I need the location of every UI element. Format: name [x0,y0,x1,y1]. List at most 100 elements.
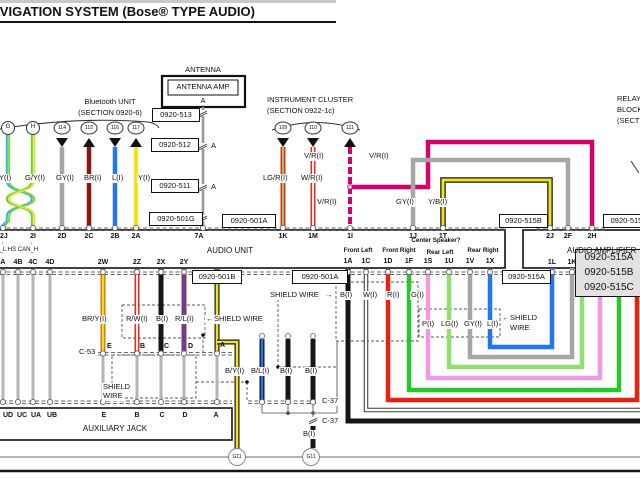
au-pin-2i: 2I [30,233,36,241]
wire-label-spk-lg: LG(I) [440,320,459,329]
shield-label-rear-2: WIRE [509,324,531,333]
au-pin-7a: 7A [195,233,204,241]
antenna-title: ANTENNA [185,65,221,74]
au-pin-1c: 1C [362,258,371,266]
can-bus-label: CAN_L HS CAN_H [0,247,38,254]
au-pin-4c: 4C [29,259,38,267]
au-pin-1a: 1A [344,258,353,266]
amp-pin-1l: 1L [548,259,556,267]
terminal-117: 117 [132,125,140,131]
antenna-feeder-wire [199,107,207,227]
audio-amplifier-name: AUDIO AMPLIFIER [567,246,636,255]
wire-label-spk-b: B(I) [339,291,353,300]
wiring-diagram: NAVIGATION SYSTEM (Bose® TYPE AUDIO) Blu… [0,0,640,480]
connector-0920-513: 0920-513 [152,108,200,122]
amp-pin-1k: 1K [568,259,577,267]
bluetooth-wires [62,147,136,227]
wire-label-spk-p: P(I) [421,320,435,329]
wire-label-spk-w: W(I) [362,291,378,300]
au-pin-2w: 2W [98,259,109,267]
ground-g11-2: G11 [306,454,315,460]
connector-0920-501a-top: 0920-501A [222,214,276,228]
connector-0920-512: 0920-512 [151,138,199,152]
au-pin-2x: 2X [157,259,166,267]
au-pin-2z: 2Z [133,259,141,267]
wire-label-b2: B(I) [279,367,293,376]
jack-pin-a: A [213,412,218,420]
wire-label-b1: B(I) [155,315,169,324]
au-pin-1u: 1U [445,258,454,266]
title-underline [0,21,336,23]
au-pin-1s: 1S [424,258,433,266]
wire-label-y1: Y(I) [0,174,12,183]
au-pin-1i: 1I [347,233,353,241]
terminal-111: 111 [346,125,354,131]
wire-label-bry: BR/Y(I) [81,315,108,324]
auxiliary-jack-name: AUXILIARY JACK [83,424,147,433]
connector-list-item: 0920-515B [576,265,640,280]
relay-brace [631,161,639,173]
ground-stub-wires [259,333,337,448]
diagram-canvas [0,0,640,480]
wire-label-br: BR(I) [83,174,103,183]
ground-g11-1: G11 [232,454,241,460]
amp-pin-2f: 2F [564,233,572,241]
antenna-amp-label: ANTENNA AMP [176,82,229,91]
connector-c53: C-53 [78,348,96,357]
shield-label-front: SHIELD WIRE [269,291,320,300]
connector-0920-511: 0920-511 [151,179,199,193]
connector-list-box: 0920-515A 0920-515B 0920-515C [575,249,640,297]
connector-list-item: 0920-515C [576,280,640,295]
jack-pin-b: B [134,412,139,420]
wire-label-gy2: GY(I) [55,174,75,183]
terminal-116: 116 [111,125,119,131]
c53-pin-b: B [140,343,145,351]
au-pin-4a: 4A [0,259,5,267]
group-rear-left: Rear Left [427,249,454,256]
instrument-cluster-section: (SECTION 0922-1c) [267,106,335,115]
ground-bus [0,449,640,472]
wire-label-by: B/Y(I) [224,367,245,376]
wire-label-wr: W/R(I) [300,174,324,183]
connector-c37-1: C-37 [321,397,339,406]
jack-pin-ub: UB [47,412,57,420]
au-pin-1d: 1D [384,258,393,266]
jack-pin-d: D [182,412,187,420]
jack-pin-e: E [102,412,107,420]
wire-label-spk-l: L(I) [486,320,499,329]
top-strip [0,0,336,3]
connector-0920-501a-bottom: 0920-501A [292,270,348,284]
antenna-pin-a: A [200,96,205,105]
wire-label-vr2: V/R(I) [368,152,390,161]
wire-label-b3: B(I) [304,367,318,376]
jack-pin-c: C [159,412,164,420]
shield-label-left: SHIELD WIRE [213,315,264,324]
terminal-h: H [31,124,35,131]
wire-label-spk-r: R(I) [386,291,401,300]
au-pin-1m: 1M [308,233,318,241]
au-pin-2j: 2J [0,233,8,241]
wire-label-yb: Y/B(I) [427,198,448,207]
au-pin-2b: 2B [111,233,120,241]
au-pin-1f: 1F [405,258,413,266]
au-pin-2d: 2D [58,233,67,241]
terminal-115: 115 [85,125,93,131]
shield-arrow-right: → [324,291,334,300]
au-pin-2a: 2A [132,233,141,241]
shield-label-rear-1: SHIELD [509,314,538,323]
c53-pin-a: A [220,342,225,350]
terminal-109: 109 [279,125,287,131]
wire-label-vr3: V/R(I) [316,198,338,207]
au-pin-2c: 2C [85,233,94,241]
page-title: NAVIGATION SYSTEM (Bose® TYPE AUDIO) [0,4,255,19]
connector-0920-515b: 0920-515B [499,214,548,228]
connector-c37-2: C-37 [321,417,339,426]
bluetooth-unit-title: Bluetooth UNIT [84,97,135,106]
relay-block-line3: (SECTION [617,116,640,125]
au-pin-1v: 1V [466,258,475,266]
au-pin-1k: 1K [279,233,288,241]
jack-pin-ud: UD [3,412,13,420]
connector-0920-515a: 0920-515A [502,270,551,284]
wire-label-spk-g: G(I) [410,291,425,300]
terminal-114: 114 [58,125,66,131]
